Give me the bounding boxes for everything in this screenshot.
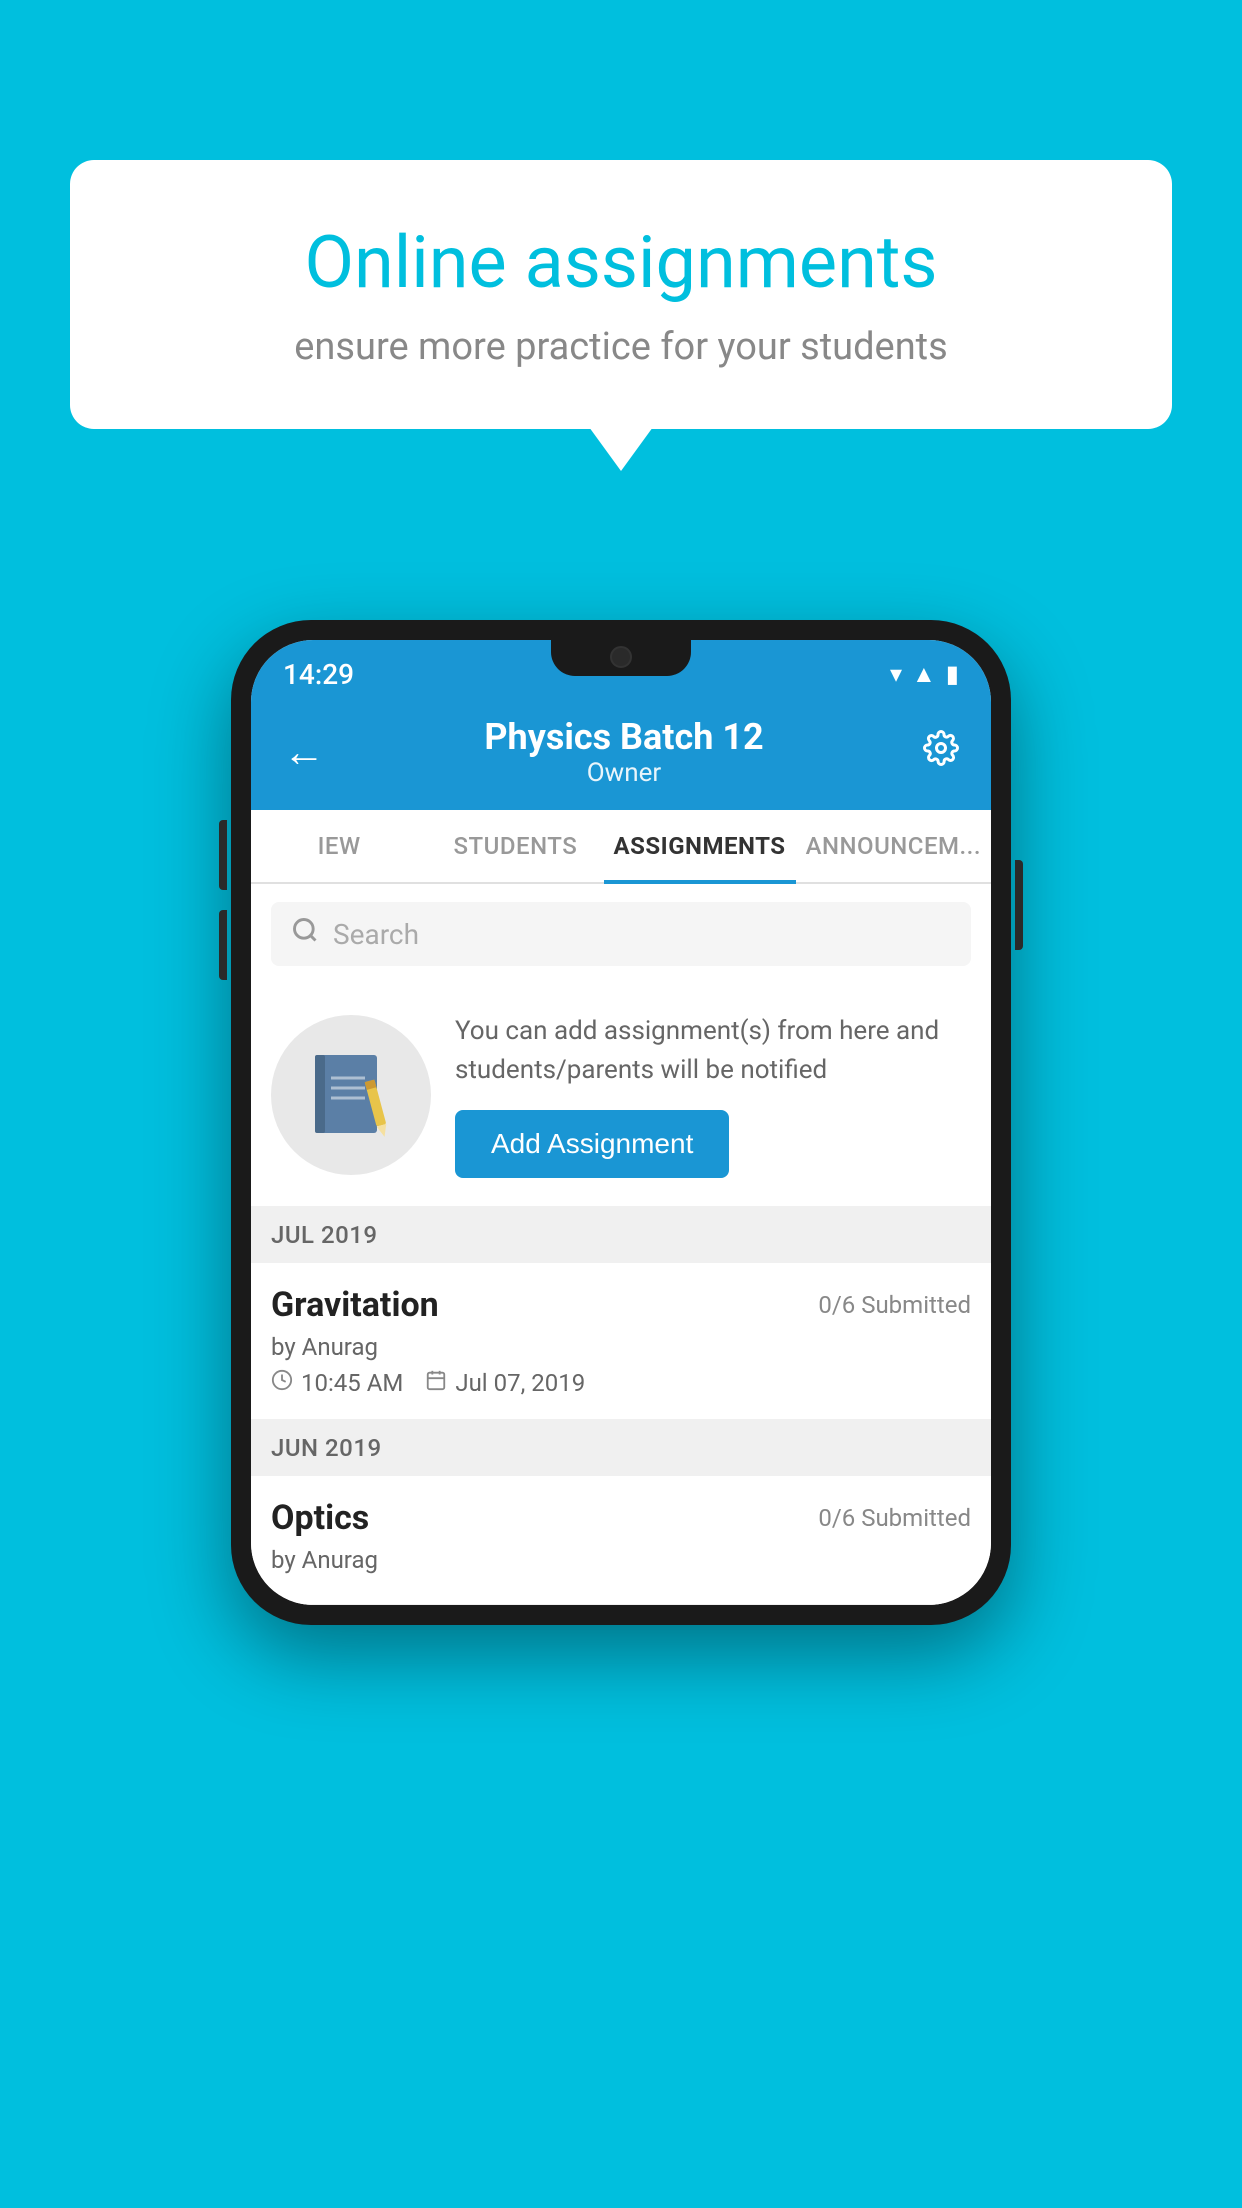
search-placeholder: Search: [333, 918, 419, 951]
tab-iew[interactable]: IEW: [251, 810, 427, 882]
add-assignment-button[interactable]: Add Assignment: [455, 1110, 729, 1178]
signal-icon: ▲: [912, 660, 936, 689]
assignment-submitted: 0/6 Submitted: [818, 1291, 971, 1319]
search-container: Search: [251, 884, 991, 984]
section-header-jul: JUL 2019: [251, 1207, 991, 1263]
assignment-name-optics: Optics: [271, 1498, 369, 1538]
add-assignment-area: You can add assignment(s) from here and …: [251, 984, 991, 1207]
assignment-author: by Anurag: [271, 1333, 971, 1361]
assignment-time: 10:45 AM: [271, 1369, 403, 1397]
section-header-jun: JUN 2019: [251, 1420, 991, 1476]
assignment-meta: 10:45 AM Jul 07, 2019: [271, 1369, 971, 1397]
tab-announcements[interactable]: ANNOUNCEM...: [796, 810, 991, 882]
page-title: Physics Batch 12: [484, 716, 763, 758]
power-button: [1015, 860, 1023, 950]
back-button[interactable]: ←: [283, 728, 325, 777]
battery-icon: ▮: [946, 660, 959, 688]
assignment-time-value: 10:45 AM: [301, 1369, 403, 1397]
assignment-submitted-optics: 0/6 Submitted: [818, 1504, 971, 1532]
assignment-item-header: Gravitation 0/6 Submitted: [271, 1285, 971, 1325]
clock-icon: [271, 1369, 293, 1397]
notebook-icon: [311, 1050, 391, 1140]
assignment-description: You can add assignment(s) from here and …: [455, 1012, 971, 1090]
speech-bubble-subtitle: ensure more practice for your students: [150, 325, 1092, 369]
assignment-icon-circle: [271, 1015, 431, 1175]
assignment-item-gravitation[interactable]: Gravitation 0/6 Submitted by Anurag 10:4…: [251, 1263, 991, 1420]
speech-bubble-title: Online assignments: [150, 220, 1092, 305]
assignment-name: Gravitation: [271, 1285, 439, 1325]
wifi-icon: ▾: [890, 660, 902, 688]
tab-bar: IEW STUDENTS ASSIGNMENTS ANNOUNCEM...: [251, 810, 991, 884]
phone-container: 14:29 ▾ ▲ ▮ ← Physics Batch 12 Owner: [231, 620, 1011, 1625]
assignment-date: Jul 07, 2019: [425, 1369, 585, 1397]
speech-bubble: Online assignments ensure more practice …: [70, 160, 1172, 429]
app-header: ← Physics Batch 12 Owner: [251, 698, 991, 810]
phone-notch: [551, 640, 691, 676]
calendar-icon: [425, 1369, 447, 1397]
phone-frame: 14:29 ▾ ▲ ▮ ← Physics Batch 12 Owner: [231, 620, 1011, 1625]
assignment-author-optics: by Anurag: [271, 1546, 971, 1574]
phone-screen: 14:29 ▾ ▲ ▮ ← Physics Batch 12 Owner: [251, 640, 991, 1605]
assignment-info: You can add assignment(s) from here and …: [455, 1012, 971, 1178]
volume-down-button: [219, 910, 227, 980]
assignment-date-value: Jul 07, 2019: [455, 1369, 585, 1397]
tab-assignments[interactable]: ASSIGNMENTS: [604, 810, 796, 882]
status-icons: ▾ ▲ ▮: [890, 660, 959, 689]
speech-bubble-container: Online assignments ensure more practice …: [70, 160, 1172, 429]
front-camera: [610, 646, 632, 668]
assignment-item-optics[interactable]: Optics 0/6 Submitted by Anurag: [251, 1476, 991, 1605]
settings-button[interactable]: [923, 730, 959, 775]
search-bar[interactable]: Search: [271, 902, 971, 966]
volume-up-button: [219, 820, 227, 890]
assignment-item-header-optics: Optics 0/6 Submitted: [271, 1498, 971, 1538]
tab-students[interactable]: STUDENTS: [427, 810, 603, 882]
search-icon: [291, 916, 319, 952]
status-time: 14:29: [283, 658, 354, 691]
header-title-area: Physics Batch 12 Owner: [484, 716, 763, 788]
header-subtitle: Owner: [484, 758, 763, 788]
